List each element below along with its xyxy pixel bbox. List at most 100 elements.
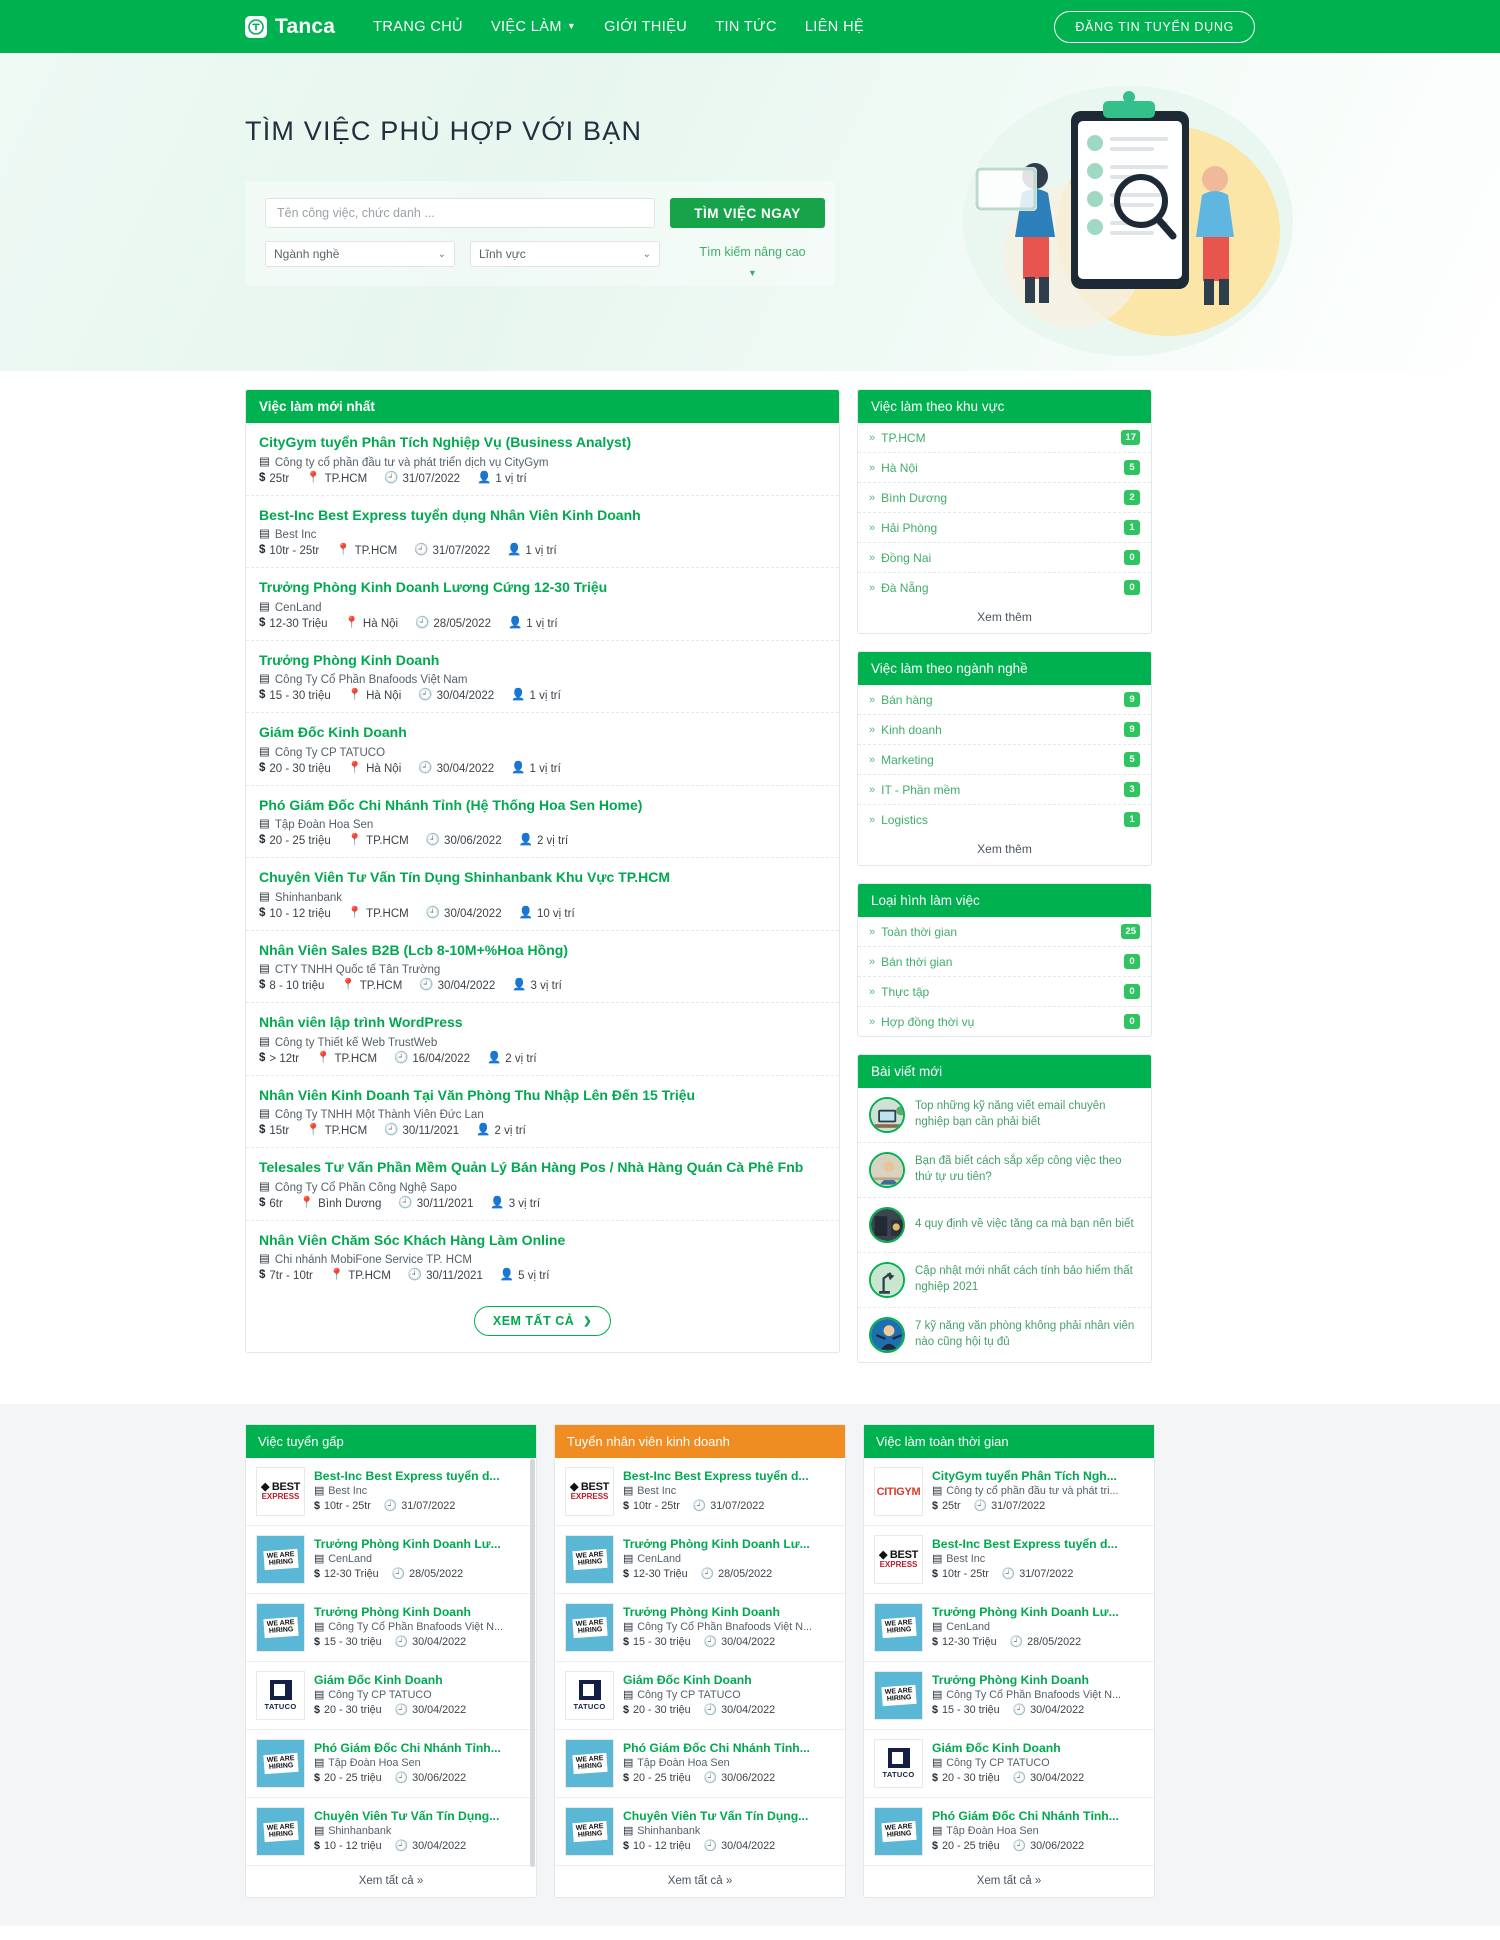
urgent-job-title[interactable]: Trưởng Phòng Kinh Doanh Lư... [314,1537,501,1551]
urgent-job-title[interactable]: Giám Đốc Kinh Doanh [314,1673,443,1687]
area-item-row[interactable]: » TP.HCM 17 [858,423,1151,453]
job-type-item-row[interactable]: » Bán thời gian 0 [858,947,1151,977]
job-list-item[interactable]: Giám Đốc Kinh Doanh ▤ Công Ty CP TATUCO $… [246,713,839,786]
area-item-row[interactable]: » Đồng Nai 0 [858,543,1151,573]
fulltime-job-item[interactable]: CITIGYM CityGym tuyển Phân Tích Ngh... ▤… [864,1458,1154,1526]
fulltime-job-title[interactable]: CityGym tuyển Phân Tích Ngh... [932,1469,1117,1483]
area-item-row[interactable]: » Hà Nội 5 [858,453,1151,483]
nav-item-about[interactable]: GIỚI THIỆU [604,19,687,35]
job-list-item[interactable]: Chuyên Viên Tư Vấn Tín Dụng Shinhanbank … [246,858,839,931]
blog-list-item[interactable]: Top những kỹ năng viết email chuyên nghi… [858,1088,1151,1143]
sales-job-item[interactable]: TATUCO Giám Đốc Kinh Doanh ▤ Công Ty CP T… [555,1662,845,1730]
job-title[interactable]: Phó Giám Đốc Chi Nhánh Tỉnh (Hệ Thống Ho… [259,797,826,815]
job-title[interactable]: Telesales Tư Vấn Phần Mềm Quản Lý Bán Hà… [259,1159,826,1177]
job-type-item-row[interactable]: » Toàn thời gian 25 [858,917,1151,947]
fulltime-job-title[interactable]: Best-Inc Best Express tuyển d... [932,1537,1118,1551]
industry-select[interactable]: Ngành nghề ⌄ [265,241,455,267]
urgent-job-item[interactable]: WE ARE HIRING Trưởng Phòng Kinh Doanh ▤ Cô… [246,1594,536,1662]
blog-list-item[interactable]: 4 quy định về việc tăng ca mà bạn nên bi… [858,1198,1151,1253]
search-button[interactable]: TÌM VIỆC NGAY [670,198,825,228]
sales-job-item[interactable]: ◆ BEST EXPRESS Best-Inc Best Express tuyể… [555,1458,845,1526]
area-item-row[interactable]: » Đà Nẵng 0 [858,573,1151,602]
job-title[interactable]: CityGym tuyển Phân Tích Nghiệp Vụ (Busin… [259,434,826,452]
job-list-item[interactable]: Trưởng Phòng Kinh Doanh Lương Cứng 12-30… [246,568,839,641]
nav-item-contact[interactable]: LIÊN HỆ [805,19,864,35]
urgent-job-title[interactable]: Chuyên Viên Tư Vấn Tín Dụng... [314,1809,499,1823]
job-list-item[interactable]: Nhân Viên Kinh Doanh Tại Văn Phòng Thu N… [246,1076,839,1148]
brand-logo[interactable]: Tanca [245,15,335,39]
industry-item-row[interactable]: » Bán hàng 9 [858,685,1151,715]
sales-job-item[interactable]: WE ARE HIRING Phó Giám Đốc Chi Nhánh Tỉnh… [555,1730,845,1798]
fulltime-job-item[interactable]: ◆ BEST EXPRESS Best-Inc Best Express tuyể… [864,1526,1154,1594]
fulltime-job-title[interactable]: Phó Giám Đốc Chi Nhánh Tỉnh... [932,1809,1119,1823]
sales-job-item[interactable]: WE ARE HIRING Chuyên Viên Tư Vấn Tín Dụng… [555,1798,845,1866]
job-title[interactable]: Trưởng Phòng Kinh Doanh [259,652,826,670]
job-list-item[interactable]: Telesales Tư Vấn Phần Mềm Quản Lý Bán Hà… [246,1148,839,1221]
sales-job-item[interactable]: WE ARE HIRING Trưởng Phòng Kinh Doanh Lư.… [555,1526,845,1594]
job-title[interactable]: Trưởng Phòng Kinh Doanh Lương Cứng 12-30… [259,579,826,597]
job-title[interactable]: Nhân viên lập trình WordPress [259,1014,826,1032]
area-more-link[interactable]: Xem thêm [858,602,1151,633]
fulltime-job-title[interactable]: Trưởng Phòng Kinh Doanh [932,1673,1089,1687]
job-list-item[interactable]: Nhân Viên Sales B2B (Lcb 8-10M+%Hoa Hồng… [246,931,839,1003]
job-title[interactable]: Chuyên Viên Tư Vấn Tín Dụng Shinhanbank … [259,869,826,887]
sales-job-title[interactable]: Giám Đốc Kinh Doanh [623,1673,752,1687]
urgent-job-item[interactable]: TATUCO Giám Đốc Kinh Doanh ▤ Công Ty CP T… [246,1662,536,1730]
fulltime-view-all-link[interactable]: Xem tất cả » [864,1866,1154,1897]
urgent-job-title[interactable]: Best-Inc Best Express tuyển d... [314,1469,500,1483]
urgent-job-title[interactable]: Trưởng Phòng Kinh Doanh [314,1605,471,1619]
search-input[interactable] [265,198,655,228]
job-list-item[interactable]: Nhân Viên Chăm Sóc Khách Hàng Làm Online… [246,1221,839,1293]
job-list-item[interactable]: Nhân viên lập trình WordPress ▤ Công ty T… [246,1003,839,1076]
area-item-row[interactable]: » Bình Dương 2 [858,483,1151,513]
fulltime-job-item[interactable]: WE ARE HIRING Phó Giám Đốc Chi Nhánh Tỉnh… [864,1798,1154,1866]
sales-job-item[interactable]: WE ARE HIRING Trưởng Phòng Kinh Doanh ▤ Cô… [555,1594,845,1662]
sales-job-title[interactable]: Trưởng Phòng Kinh Doanh Lư... [623,1537,810,1551]
post-job-button[interactable]: ĐĂNG TIN TUYỂN DỤNG [1054,10,1255,43]
location-pin-icon: 📍 [347,761,363,774]
industry-item-row[interactable]: » IT - Phần mềm 3 [858,775,1151,805]
fulltime-job-item[interactable]: WE ARE HIRING Trưởng Phòng Kinh Doanh ▤ Cô… [864,1662,1154,1730]
fulltime-job-title[interactable]: Giám Đốc Kinh Doanh [932,1741,1061,1755]
urgent-view-all-link[interactable]: Xem tất cả » [246,1866,536,1897]
job-list-item[interactable]: Trưởng Phòng Kinh Doanh ▤ Công Ty Cổ Phần… [246,641,839,713]
sales-job-title[interactable]: Trưởng Phòng Kinh Doanh [623,1605,780,1619]
job-title[interactable]: Best-Inc Best Express tuyển dụng Nhân Vi… [259,507,826,525]
industry-item-row[interactable]: » Logistics 1 [858,805,1151,834]
job-title[interactable]: Nhân Viên Kinh Doanh Tại Văn Phòng Thu N… [259,1087,826,1105]
job-list-item[interactable]: Phó Giám Đốc Chi Nhánh Tỉnh (Hệ Thống Ho… [246,786,839,858]
industry-item-row[interactable]: » Kinh doanh 9 [858,715,1151,745]
fulltime-job-item[interactable]: TATUCO Giám Đốc Kinh Doanh ▤ Công Ty CP T… [864,1730,1154,1798]
blog-list-item[interactable]: 7 kỹ năng văn phòng không phải nhân viên… [858,1308,1151,1362]
urgent-job-item[interactable]: ◆ BEST EXPRESS Best-Inc Best Express tuyể… [246,1458,536,1526]
nav-item-home[interactable]: TRANG CHỦ [373,19,463,35]
job-company: ▤ Công ty Thiết kế Web TrustWeb [259,1036,826,1048]
industry-item-row[interactable]: » Marketing 5 [858,745,1151,775]
job-type-item-row[interactable]: » Hợp đồng thời vụ 0 [858,1007,1151,1036]
job-list-item[interactable]: Best-Inc Best Express tuyển dụng Nhân Vi… [246,496,839,568]
job-title[interactable]: Nhân Viên Sales B2B (Lcb 8-10M+%Hoa Hồng… [259,942,826,960]
advanced-search-link[interactable]: Tìm kiếm nâng cao ▼ [675,241,830,278]
field-select[interactable]: Lĩnh vực ⌄ [470,241,660,267]
nav-item-jobs[interactable]: VIỆC LÀM ▼ [491,19,576,35]
nav-item-news[interactable]: TIN TỨC [715,19,777,35]
fulltime-job-item[interactable]: WE ARE HIRING Trưởng Phòng Kinh Doanh Lư.… [864,1594,1154,1662]
area-item-row[interactable]: » Hải Phòng 1 [858,513,1151,543]
urgent-job-item[interactable]: WE ARE HIRING Phó Giám Đốc Chi Nhánh Tỉnh… [246,1730,536,1798]
blog-list-item[interactable]: Cập nhật mới nhất cách tính bảo hiểm thấ… [858,1253,1151,1308]
industry-more-link[interactable]: Xem thêm [858,834,1151,865]
sales-job-title[interactable]: Best-Inc Best Express tuyển d... [623,1469,809,1483]
job-list-item[interactable]: CityGym tuyển Phân Tích Nghiệp Vụ (Busin… [246,423,839,496]
fulltime-job-title[interactable]: Trưởng Phòng Kinh Doanh Lư... [932,1605,1119,1619]
sales-job-title[interactable]: Phó Giám Đốc Chi Nhánh Tỉnh... [623,1741,810,1755]
sales-job-title[interactable]: Chuyên Viên Tư Vấn Tín Dụng... [623,1809,808,1823]
urgent-job-title[interactable]: Phó Giám Đốc Chi Nhánh Tỉnh... [314,1741,501,1755]
job-type-item-row[interactable]: » Thực tập 0 [858,977,1151,1007]
blog-list-item[interactable]: Bạn đã biết cách sắp xếp công việc theo … [858,1143,1151,1198]
view-all-jobs-button[interactable]: XEM TẤT CẢ ❯ [473,1306,612,1336]
urgent-job-item[interactable]: WE ARE HIRING Chuyên Viên Tư Vấn Tín Dụng… [246,1798,536,1866]
urgent-job-item[interactable]: WE ARE HIRING Trưởng Phòng Kinh Doanh Lư.… [246,1526,536,1594]
job-title[interactable]: Nhân Viên Chăm Sóc Khách Hàng Làm Online [259,1232,826,1250]
sales-view-all-link[interactable]: Xem tất cả » [555,1866,845,1897]
job-title[interactable]: Giám Đốc Kinh Doanh [259,724,826,742]
